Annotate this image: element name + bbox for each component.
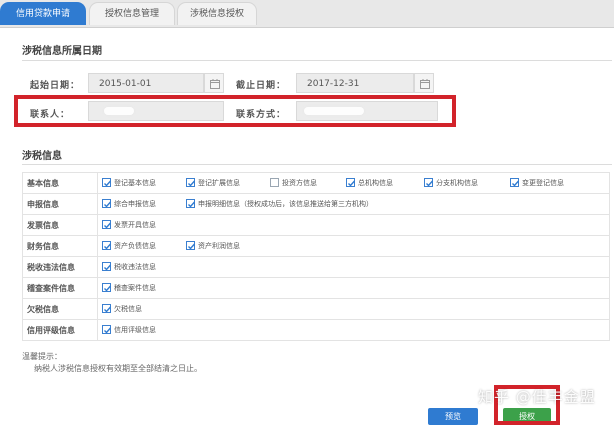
checkbox-label: 登记扩展信息 [198, 179, 240, 187]
table-row: 欠税信息 欠税信息 [22, 298, 610, 320]
row-options: 稽查案件信息 [97, 277, 610, 299]
checkbox-option[interactable]: 资产负债信息 [98, 236, 182, 256]
tax-info-table: 基本信息 登记基本信息 登记扩展信息 投资方信息 总机构信息 分支机构信息 变更登记信息申报… [22, 172, 610, 341]
row-options: 税收违法信息 [97, 256, 610, 278]
checkbox-option[interactable]: 分支机构信息 [420, 173, 506, 193]
checkbox-option[interactable]: 登记基本信息 [98, 173, 182, 193]
start-date-input[interactable]: 2015-01-01 [88, 73, 204, 93]
checkbox-label: 信用评级信息 [114, 326, 156, 334]
checkbox-label: 综合申报信息 [114, 200, 156, 208]
checkbox-checked-icon[interactable] [102, 283, 112, 292]
row-label: 基本信息 [22, 172, 98, 194]
checkbox-checked-icon[interactable] [102, 304, 112, 313]
tips-body: 纳税人涉税信息授权有效期至全部结清之日止。 [34, 364, 202, 373]
checkbox-label: 发票开具信息 [114, 221, 156, 229]
table-row: 申报信息 综合申报信息 申报明细信息（授权成功后，该信息推送给第三方机构） [22, 193, 610, 215]
checkbox-checked-icon[interactable] [346, 178, 356, 187]
end-date-input[interactable]: 2017-12-31 [296, 73, 414, 93]
checkbox-option[interactable]: 税收违法信息 [98, 257, 182, 277]
divider [22, 60, 612, 61]
checkbox-label: 资产利润信息 [198, 242, 240, 250]
table-row: 信用评级信息 信用评级信息 [22, 319, 610, 341]
checkbox-checked-icon[interactable] [510, 178, 520, 187]
table-row: 税收违法信息 税收违法信息 [22, 256, 610, 278]
table-row: 发票信息 发票开具信息 [22, 214, 610, 236]
checkbox-option[interactable]: 总机构信息 [342, 173, 420, 193]
start-date-label: 起始日期： [30, 81, 81, 91]
checkbox-checked-icon[interactable] [102, 325, 112, 334]
checkbox-checked-icon[interactable] [102, 178, 112, 187]
checkbox-label: 申报明细信息（授权成功后，该信息推送给第三方机构） [198, 200, 373, 208]
tax-section-title: 涉税信息 [22, 151, 62, 162]
checkbox-label: 资产负债信息 [114, 242, 156, 250]
row-label: 财务信息 [22, 235, 98, 257]
checkbox-checked-icon[interactable] [424, 178, 434, 187]
checkbox-option[interactable]: 信用评级信息 [98, 320, 182, 340]
checkbox-option[interactable]: 投资方信息 [266, 173, 342, 193]
checkbox-checked-icon[interactable] [102, 241, 112, 250]
checkbox-unchecked-icon[interactable] [270, 178, 279, 187]
checkbox-option[interactable]: 发票开具信息 [98, 215, 182, 235]
tab-tax-info-authorization[interactable]: 涉税信息授权 [177, 2, 257, 25]
checkbox-label: 稽查案件信息 [114, 284, 156, 292]
row-label: 发票信息 [22, 214, 98, 236]
checkbox-checked-icon[interactable] [186, 241, 196, 250]
checkbox-option[interactable]: 变更登记信息 [506, 173, 596, 193]
row-label: 申报信息 [22, 193, 98, 215]
checkbox-checked-icon[interactable] [102, 220, 112, 229]
checkbox-label: 税收违法信息 [114, 263, 156, 271]
calendar-icon[interactable] [414, 73, 434, 93]
checkbox-checked-icon[interactable] [102, 199, 112, 208]
table-row: 财务信息 资产负债信息 资产利润信息 [22, 235, 610, 257]
checkbox-option[interactable]: 登记扩展信息 [182, 173, 266, 193]
watermark: 知乎 @佳丰金盟 [478, 388, 596, 406]
highlight-box [14, 95, 456, 127]
row-options: 登记基本信息 登记扩展信息 投资方信息 总机构信息 分支机构信息 变更登记信息 [97, 172, 610, 194]
row-label: 欠税信息 [22, 298, 98, 320]
row-options: 欠税信息 [97, 298, 610, 320]
row-options: 信用评级信息 [97, 319, 610, 341]
checkbox-label: 欠税信息 [114, 305, 142, 313]
tab-credit-loan-application[interactable]: 信用贷款申请 [0, 2, 86, 25]
calendar-icon[interactable] [204, 73, 224, 93]
checkbox-checked-icon[interactable] [186, 199, 196, 208]
row-label: 税收违法信息 [22, 256, 98, 278]
checkbox-option[interactable]: 申报明细信息（授权成功后，该信息推送给第三方机构） [182, 194, 442, 214]
date-section-title: 涉税信息所属日期 [22, 46, 102, 57]
checkbox-option[interactable]: 综合申报信息 [98, 194, 182, 214]
row-label: 信用评级信息 [22, 319, 98, 341]
checkbox-label: 投资方信息 [282, 179, 317, 187]
table-row: 稽查案件信息 稽查案件信息 [22, 277, 610, 299]
checkbox-label: 登记基本信息 [114, 179, 156, 187]
row-label: 稽查案件信息 [22, 277, 98, 299]
checkbox-label: 变更登记信息 [522, 179, 564, 187]
row-options: 资产负债信息 资产利润信息 [97, 235, 610, 257]
checkbox-checked-icon[interactable] [186, 178, 196, 187]
tips-title: 温馨提示： [22, 352, 62, 361]
checkbox-checked-icon[interactable] [102, 262, 112, 271]
divider [22, 164, 612, 165]
tab-authorization-management[interactable]: 授权信息管理 [89, 2, 175, 25]
checkbox-option[interactable]: 欠税信息 [98, 299, 182, 319]
checkbox-label: 总机构信息 [358, 179, 393, 187]
row-options: 综合申报信息 申报明细信息（授权成功后，该信息推送给第三方机构） [97, 193, 610, 215]
checkbox-label: 分支机构信息 [436, 179, 478, 187]
row-options: 发票开具信息 [97, 214, 610, 236]
tab-bar: 信用贷款申请 授权信息管理 涉税信息授权 [0, 0, 614, 28]
checkbox-option[interactable]: 稽查案件信息 [98, 278, 182, 298]
preview-button[interactable]: 预览 [428, 408, 478, 425]
checkbox-option[interactable]: 资产利润信息 [182, 236, 266, 256]
end-date-label: 截止日期： [236, 81, 287, 91]
table-row: 基本信息 登记基本信息 登记扩展信息 投资方信息 总机构信息 分支机构信息 变更登记信息 [22, 172, 610, 194]
